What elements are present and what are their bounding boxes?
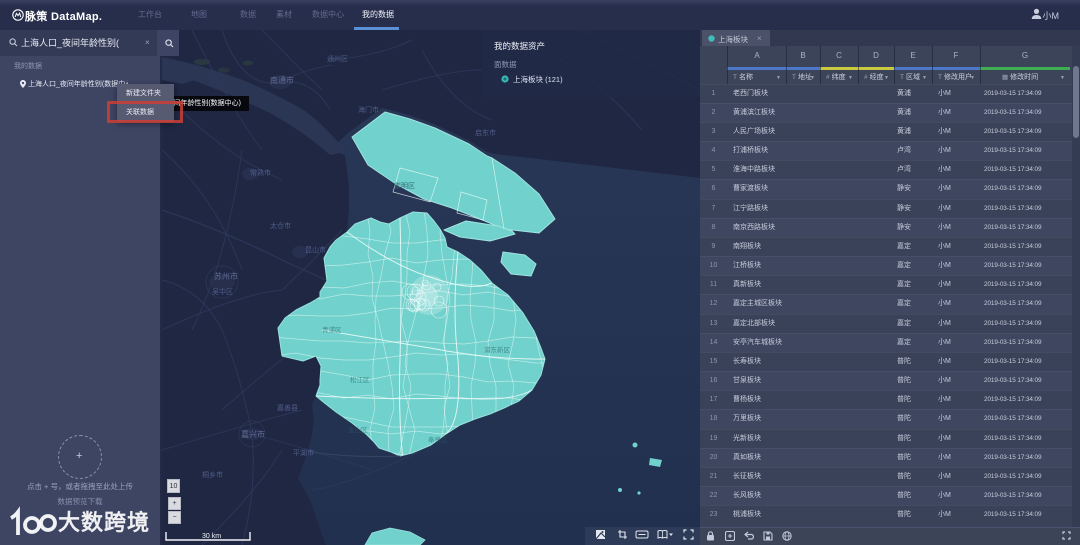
svg-text:浦东新区: 浦东新区	[484, 345, 511, 354]
svg-text:嘉兴市: 嘉兴市	[241, 429, 265, 439]
svg-text:金山区: 金山区	[348, 425, 368, 434]
svg-text:昆山市: 昆山市	[305, 245, 326, 254]
svg-text:崇明区: 崇明区	[394, 182, 415, 190]
svg-text:南通市: 南通市	[270, 75, 294, 85]
svg-text:苏州市: 苏州市	[214, 271, 238, 281]
svg-text:海门市: 海门市	[358, 105, 379, 114]
svg-text:大数跨境: 大数跨境	[58, 510, 150, 535]
svg-text:常熟市: 常熟市	[250, 168, 271, 177]
svg-text:松江区: 松江区	[350, 375, 370, 384]
svg-text:奉贤区: 奉贤区	[428, 435, 448, 444]
svg-text:嘉善县: 嘉善县	[277, 403, 298, 412]
svg-text:启东市: 启东市	[475, 128, 496, 137]
svg-text:平湖市: 平湖市	[293, 448, 314, 457]
svg-text:桐乡市: 桐乡市	[202, 470, 223, 479]
svg-text:太仓市: 太仓市	[270, 221, 291, 230]
svg-text:通州区: 通州区	[327, 54, 348, 63]
svg-text:吴中区: 吴中区	[212, 287, 233, 296]
svg-text:青浦区: 青浦区	[322, 325, 342, 334]
svg-text:30 km: 30 km	[202, 533, 221, 540]
